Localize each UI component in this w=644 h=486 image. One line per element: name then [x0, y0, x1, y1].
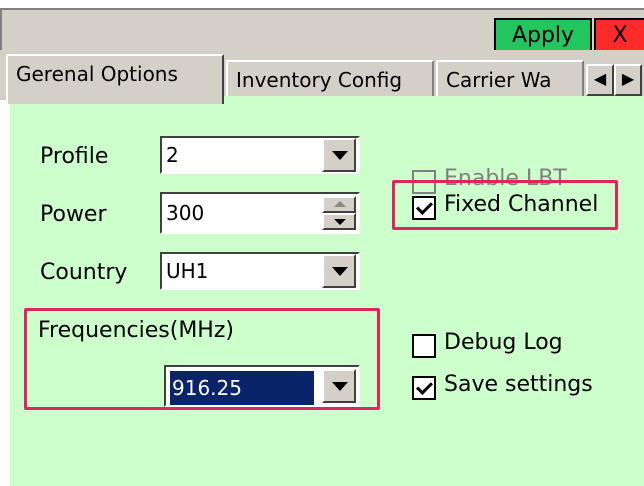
frequencies-label: Frequencies(MHz): [38, 318, 234, 343]
save-settings-label: Save settings: [444, 372, 593, 397]
toolbar: Apply X: [0, 8, 644, 54]
save-settings-checkbox[interactable]: [412, 376, 436, 400]
fixed-channel-label: Fixed Channel: [444, 192, 599, 217]
country-dropdown-icon[interactable]: [322, 254, 356, 288]
profile-label: Profile: [40, 144, 109, 169]
tab-scroll-right-icon[interactable]: ▶: [614, 64, 642, 96]
tab-scroll-left-icon[interactable]: ◀: [586, 64, 614, 96]
debug-log-label: Debug Log: [444, 330, 563, 355]
apply-button[interactable]: Apply: [494, 18, 592, 54]
country-label: Country: [40, 260, 128, 285]
tab-inventory-config[interactable]: Inventory Config: [226, 60, 434, 100]
power-spinner[interactable]: [322, 196, 356, 230]
spin-up-icon[interactable]: [322, 196, 356, 213]
debug-log-checkbox[interactable]: [412, 334, 436, 358]
power-label: Power: [40, 202, 107, 227]
frequencies-value[interactable]: 916.25: [170, 371, 314, 405]
fixed-channel-checkbox[interactable]: [412, 196, 436, 220]
tab-strip: Gerenal Options Inventory Config Carrier…: [0, 50, 644, 104]
profile-dropdown-icon[interactable]: [322, 138, 356, 172]
close-button[interactable]: X: [594, 18, 644, 54]
spin-down-icon[interactable]: [322, 213, 356, 230]
tab-carrier-wave[interactable]: Carrier Wa: [436, 60, 584, 100]
tab-general-options[interactable]: Gerenal Options: [6, 54, 224, 104]
frequencies-dropdown-icon[interactable]: [322, 369, 356, 403]
